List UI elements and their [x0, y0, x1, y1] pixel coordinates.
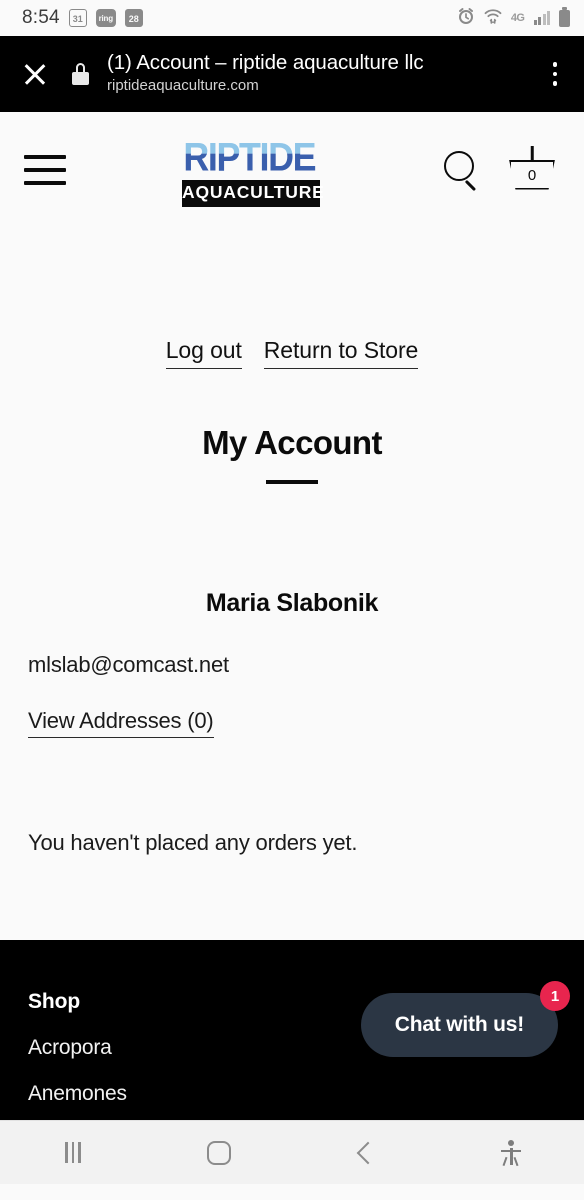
- back-chevron-icon: [356, 1141, 379, 1164]
- signal-icon: [533, 11, 550, 25]
- search-icon[interactable]: [442, 149, 484, 191]
- status-time: 8:54: [22, 7, 60, 28]
- view-addresses-link[interactable]: View Addresses (0): [28, 708, 214, 738]
- wifi-icon: [484, 7, 502, 30]
- overflow-menu-icon[interactable]: [544, 62, 566, 86]
- phone-screen: 8:54 31 ring 28 4G (1) Account – riptide…: [0, 0, 584, 1200]
- android-nav-bar: [0, 1120, 584, 1184]
- browser-address-area[interactable]: (1) Account – riptide aquaculture llc ri…: [107, 51, 530, 96]
- log-out-link[interactable]: Log out: [165, 337, 242, 369]
- page-title: (1) Account – riptide aquaculture llc: [107, 51, 424, 75]
- customer-email: mlslab@comcast.net: [28, 652, 229, 677]
- status-bar-left: 8:54 31 ring 28: [22, 7, 143, 29]
- close-icon[interactable]: [18, 57, 52, 91]
- alarm-icon: [457, 7, 475, 30]
- recents-icon: [65, 1142, 81, 1163]
- chat-unread-badge: 1: [540, 981, 570, 1011]
- page-url: riptideaquaculture.com: [107, 77, 259, 95]
- nav-home-button[interactable]: [146, 1140, 292, 1165]
- browser-toolbar: (1) Account – riptide aquaculture llc ri…: [0, 36, 584, 112]
- home-icon: [207, 1140, 231, 1165]
- site-footer: Shop Acropora Anemones Chat with us! 1: [0, 940, 584, 1120]
- calendar-icon: 31: [68, 9, 87, 27]
- nav-back-button[interactable]: [292, 1141, 438, 1164]
- chat-widget: Chat with us! 1: [360, 981, 570, 1057]
- title-divider: [266, 480, 318, 484]
- logo-wordmark: RIPTIDE RIPTIDE RIPTIDE: [182, 132, 320, 180]
- status-bar-right: 4G: [457, 6, 570, 30]
- site-header: RIPTIDE RIPTIDE RIPTIDE AQUACULTURE 0: [0, 112, 584, 227]
- hamburger-menu-icon[interactable]: [24, 154, 66, 185]
- account-top-links: Log out Return to Store: [0, 227, 584, 369]
- customer-name: Maria Slabonik: [205, 589, 379, 617]
- header-actions: 0: [442, 145, 558, 194]
- nav-accessibility-button[interactable]: [438, 1139, 584, 1166]
- site-logo[interactable]: RIPTIDE RIPTIDE RIPTIDE AQUACULTURE: [182, 132, 324, 207]
- account-heading: My Account: [202, 424, 382, 461]
- network-type-label: 4G: [510, 12, 525, 24]
- chat-with-us-button[interactable]: Chat with us!: [360, 993, 558, 1057]
- lock-icon: [72, 63, 89, 85]
- cart-icon[interactable]: 0: [506, 145, 558, 194]
- battery-icon: [559, 6, 570, 27]
- logo-subtitle: AQUACULTURE: [182, 180, 324, 207]
- ring-icon: ring: [95, 9, 116, 27]
- footer-link-anemones[interactable]: Anemones: [28, 1082, 584, 1106]
- orders-empty-message: You haven't placed any orders yet.: [28, 830, 358, 855]
- android-status-bar: 8:54 31 ring 28 4G: [0, 0, 584, 36]
- account-page-content: Log out Return to Store My Account Maria…: [0, 227, 584, 940]
- return-to-store-link[interactable]: Return to Store: [263, 337, 418, 369]
- cart-count: 0: [527, 167, 537, 184]
- accessibility-icon: [500, 1139, 522, 1166]
- nav-recents-button[interactable]: [0, 1142, 146, 1163]
- calendar-icon-2: 28: [124, 9, 143, 27]
